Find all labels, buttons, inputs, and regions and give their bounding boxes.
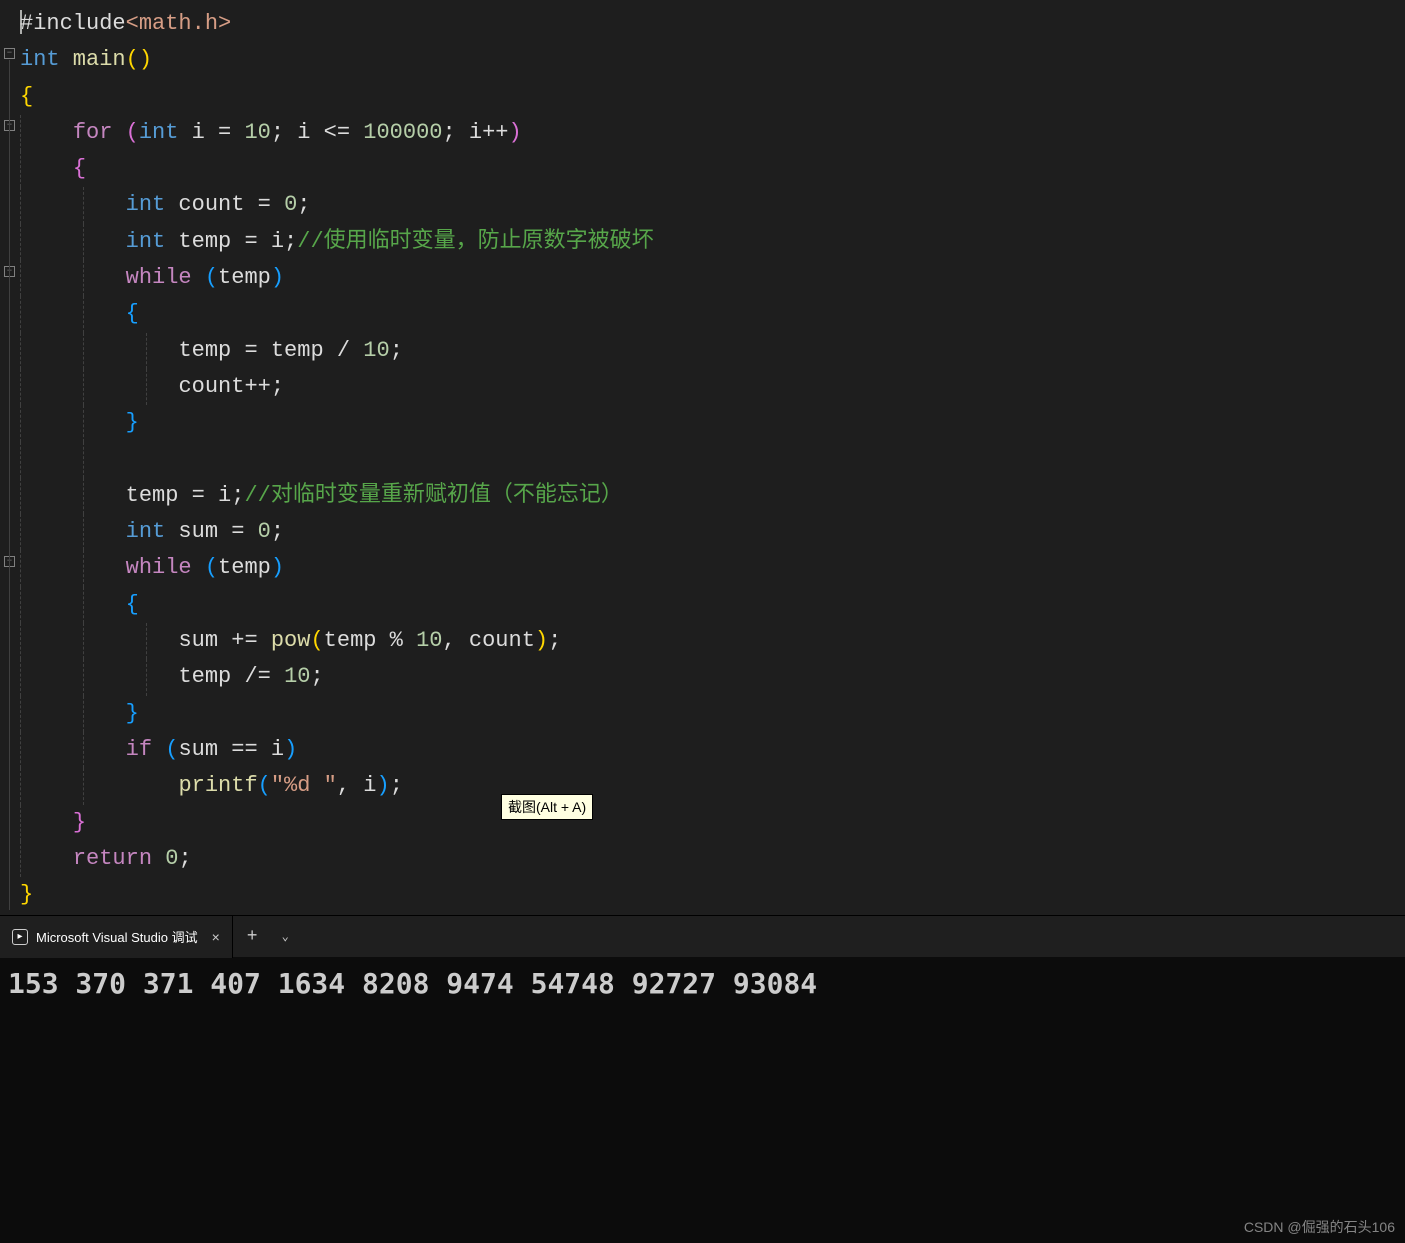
console-line: 153 370 371 407 1634 8208 9474 54748 927… <box>8 967 1397 1000</box>
code-line[interactable]: { <box>20 296 1405 332</box>
code-line[interactable]: int temp = i;//使用临时变量，防止原数字被破坏 <box>20 224 1405 260</box>
screenshot-tooltip: 截图(Alt + A) <box>501 794 593 820</box>
code-line[interactable]: int sum = 0; <box>20 514 1405 550</box>
code-line[interactable]: temp = i;//对临时变量重新赋初值（不能忘记） <box>20 478 1405 514</box>
code-line[interactable]: temp /= 10; <box>20 659 1405 695</box>
code-line[interactable]: { <box>20 587 1405 623</box>
close-icon[interactable]: × <box>212 929 220 945</box>
code-line[interactable]: temp = temp / 10; <box>20 333 1405 369</box>
code-line[interactable]: for (int i = 10; i <= 100000; i++) <box>20 115 1405 151</box>
code-line[interactable]: return 0; <box>20 841 1405 877</box>
code-line[interactable]: } <box>20 405 1405 441</box>
code-line[interactable]: while (temp) <box>20 550 1405 586</box>
code-line[interactable]: if (sum == i) <box>20 732 1405 768</box>
code-line[interactable]: count++; <box>20 369 1405 405</box>
code-line[interactable]: #include<math.h> <box>20 6 1405 42</box>
tab-title: Microsoft Visual Studio 调试 <box>36 927 198 946</box>
code-line[interactable] <box>20 442 1405 478</box>
code-editor[interactable]: − − − − #include<math.h> int main() { fo… <box>0 0 1405 915</box>
code-line[interactable]: printf("%d ", i); <box>20 768 1405 804</box>
console-icon: ▸ <box>12 929 28 945</box>
debug-console-tab[interactable]: ▸ Microsoft Visual Studio 调试 × <box>0 916 233 958</box>
code-line[interactable]: int main() <box>20 42 1405 78</box>
code-line[interactable]: { <box>20 151 1405 187</box>
code-line[interactable]: } <box>20 877 1405 913</box>
code-area[interactable]: #include<math.h> int main() { for (int i… <box>20 0 1405 915</box>
terminal-tab-bar: ▸ Microsoft Visual Studio 调试 × + ⌄ <box>0 915 1405 957</box>
fold-marker[interactable]: − <box>4 48 15 59</box>
code-line[interactable]: } <box>20 696 1405 732</box>
watermark: CSDN @倔强的石头106 <box>1244 1217 1395 1237</box>
code-line[interactable]: int count = 0; <box>20 187 1405 223</box>
code-line[interactable]: { <box>20 79 1405 115</box>
code-line[interactable]: while (temp) <box>20 260 1405 296</box>
code-line[interactable]: } <box>20 805 1405 841</box>
fold-line <box>9 60 10 910</box>
code-line[interactable]: sum += pow(temp % 10, count); <box>20 623 1405 659</box>
tab-dropdown-button[interactable]: ⌄ <box>272 929 299 944</box>
add-tab-button[interactable]: + <box>233 927 272 947</box>
console-output[interactable]: 153 370 371 407 1634 8208 9474 54748 927… <box>0 957 1405 1243</box>
fold-gutter: − − − − <box>0 0 20 915</box>
